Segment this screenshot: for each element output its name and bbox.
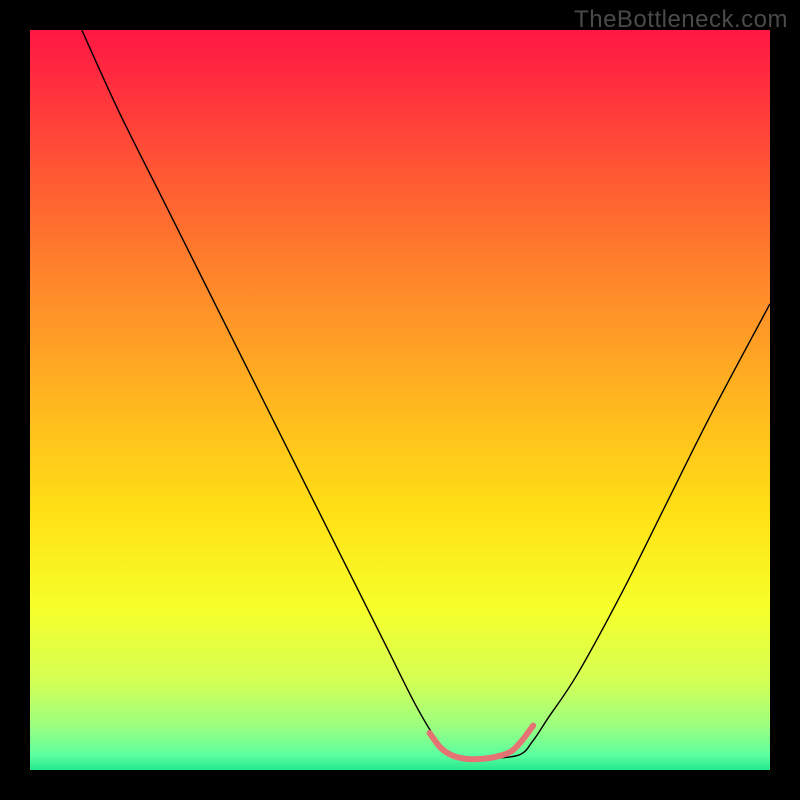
curve-layer bbox=[30, 30, 770, 770]
valley-highlight bbox=[430, 726, 534, 760]
bottleneck-curve bbox=[82, 30, 770, 759]
plot-area bbox=[30, 30, 770, 770]
watermark-text: TheBottleneck.com bbox=[574, 6, 788, 34]
chart-frame: TheBottleneck.com bbox=[0, 0, 800, 800]
